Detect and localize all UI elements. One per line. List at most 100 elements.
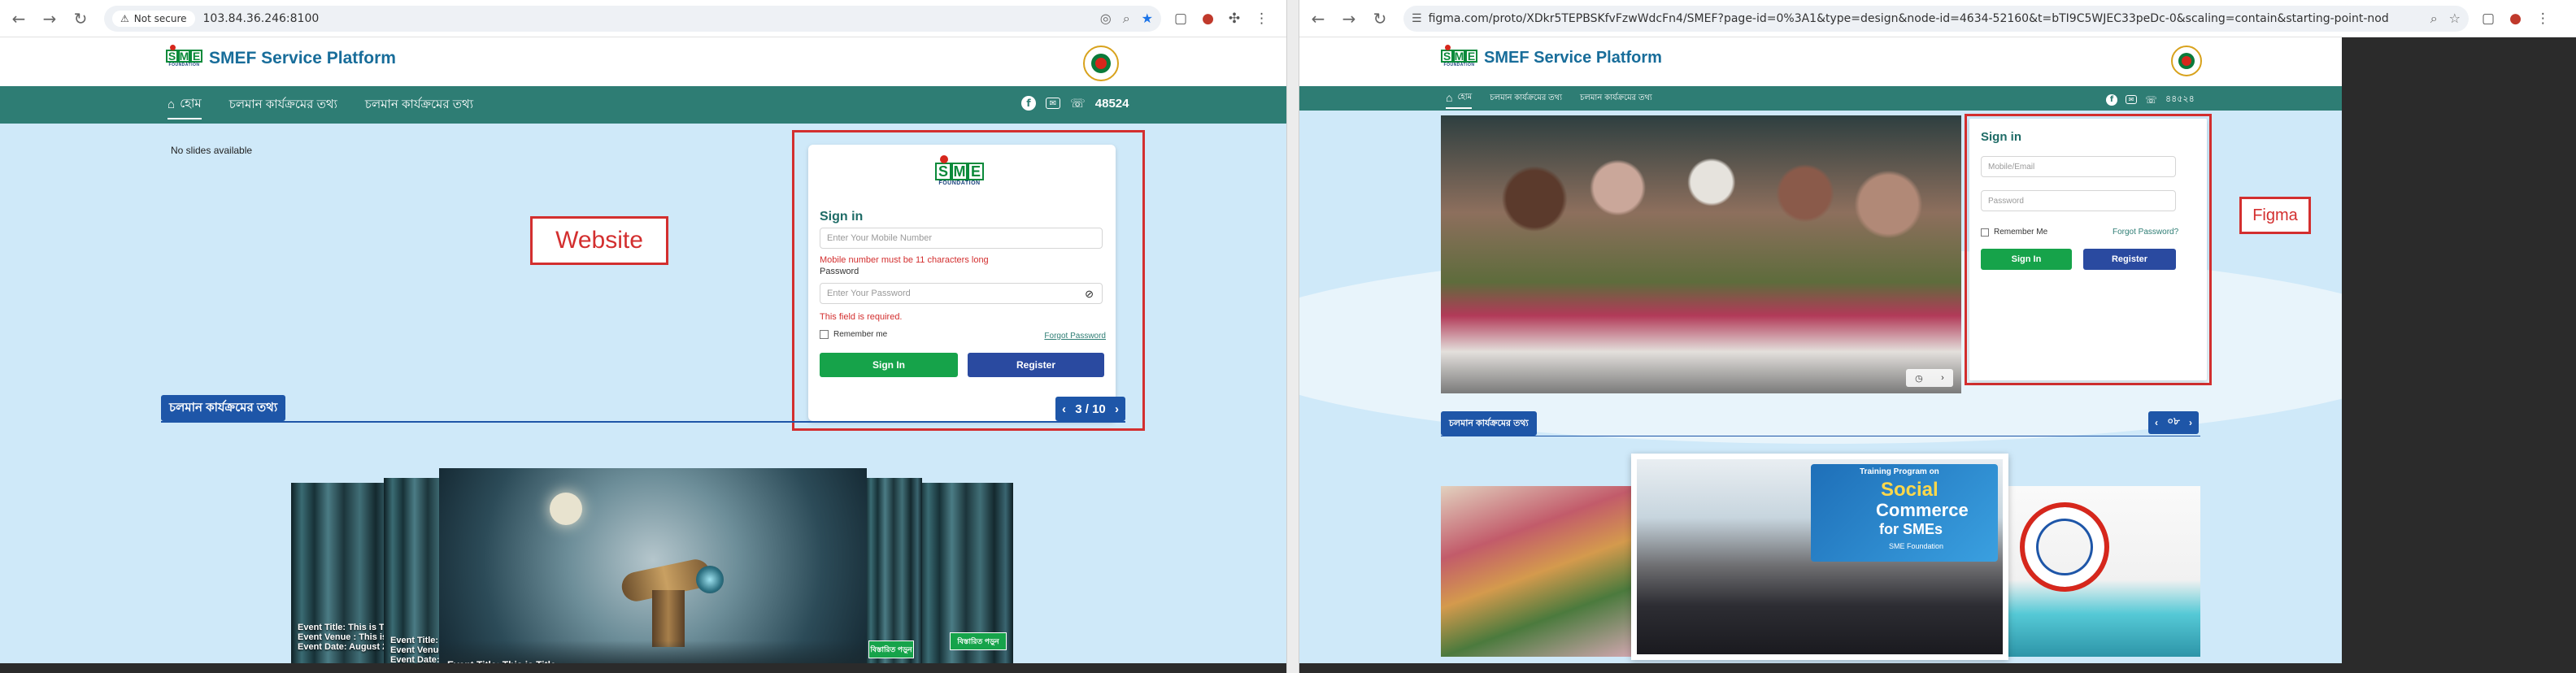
taskbar-strip [0,663,1286,673]
sme-logo: S M E FOUNDATION [166,45,202,67]
password-input[interactable]: Password [1981,190,2176,211]
slider-pager: ‹ ০৮ › [2148,411,2199,434]
site-settings-icon[interactable]: ☰ [1412,12,1422,25]
nav-item-ongoing-1[interactable]: চলমান কার্যক্রমের তথ্য [1490,92,1562,106]
address-bar[interactable]: ☰ figma.com/proto/XDkr5TEPBSKfvFzwWdcFn4… [1403,5,2469,32]
annotation-label-figma: Figma [2239,197,2311,234]
bookmark-star-icon[interactable]: ★ [1142,11,1153,27]
eye-off-icon[interactable]: ⊘ [1085,288,1094,301]
read-more-badge[interactable]: বিস্তারিত পড়ুন [868,640,914,658]
signin-title: Sign in [1981,130,2021,144]
menu-icon[interactable]: ⋮ [2536,11,2550,27]
mail-icon[interactable]: ✉ [2126,95,2137,104]
event-card-main[interactable]: Event Title: This is Title [439,468,867,673]
website-page: S M E FOUNDATION SMEF Service Platform ⌂… [0,37,1286,673]
promo-banner: Training Program on Social Commerce for … [1811,464,1998,562]
reload-icon[interactable]: ↻ [68,7,93,31]
remember-me[interactable]: Remember Me [1981,228,2047,237]
section-title: চলমান কার্যক্রমের তথ্য [161,395,286,421]
chevron-left-icon[interactable]: ‹ [2155,417,2158,428]
register-button[interactable]: Register [2083,249,2176,270]
brand-title: SMEF Service Platform [209,49,396,67]
event-card-back-right[interactable]: বিস্তারিত পড়ুন [919,483,1013,673]
back-icon[interactable]: ← [7,7,31,31]
signin-card: S M E FOUNDATION Sign in Enter Your Mobi… [808,145,1116,421]
menu-icon[interactable]: ⋮ [1255,11,1268,27]
chevron-right-icon[interactable]: › [1941,373,1944,383]
bookmark-star-icon[interactable]: ☆ [2449,11,2461,27]
mobile-email-input[interactable]: Mobile/Email [1981,156,2176,177]
register-button[interactable]: Register [968,353,1104,377]
site-logo[interactable]: S M E FOUNDATION SMEF Service Platform [166,45,396,68]
slider-pager: ‹ 3 / 10 › [1055,397,1125,421]
ferris-wheel-shape [2020,502,2109,592]
chevron-right-icon[interactable]: › [2189,417,2192,428]
signin-button[interactable]: Sign In [820,353,958,377]
back-icon[interactable]: ← [1306,7,1330,31]
nav-item-ongoing-2[interactable]: চলমান কার্যক্রমের তথ্য [1580,92,1652,106]
remember-checkbox[interactable] [1981,228,1989,237]
mobile-error: Mobile number must be 11 characters long [820,255,989,265]
puzzle-icon[interactable]: ✣ [1229,11,1240,27]
site-header: S M E FOUNDATION SMEF Service Platform [0,37,1286,86]
address-bar[interactable]: ⚠ Not secure 103.84.36.246:8100 ◎ ⌕ ★ [104,5,1161,32]
hotline-number: ৪৪৫২৪ [2165,94,2195,104]
site-logo[interactable]: S M E FOUNDATION SMEF Service Platform [1441,44,1662,67]
window-divider[interactable] [1286,0,1299,673]
forgot-password-link[interactable]: Forgot Password [1044,332,1106,341]
forward-icon[interactable]: → [37,7,62,31]
home-icon: ⌂ [1446,91,1453,104]
activity-photo-market[interactable] [1441,486,1644,657]
nav-item-ongoing-1[interactable]: চলমান কার্যক্রমের তথ্য [229,95,337,115]
remember-checkbox[interactable] [820,330,829,339]
mobile-input[interactable]: Enter Your Mobile Number [820,228,1103,249]
signin-card: Sign in Mobile/Email Password Remember M… [1969,119,2207,380]
browser-toolbar: ← → ↻ ☰ figma.com/proto/XDkr5TEPBSKfvFzw… [1299,0,2576,37]
forward-icon[interactable]: → [1337,7,1361,31]
mail-icon[interactable]: ✉ [1046,98,1060,109]
figma-browser-window: ← → ↻ ☰ figma.com/proto/XDkr5TEPBSKfvFzw… [1299,0,2576,673]
facebook-icon[interactable]: f [1021,96,1036,111]
password-input[interactable]: Enter Your Password ⊘ [820,283,1103,304]
chevron-left-icon[interactable]: ‹ [1062,402,1066,416]
sme-logo: S M E FOUNDATION [935,155,984,186]
annotation-label-website: Website [530,216,668,265]
extensions-icon[interactable]: ▢ [1174,11,1187,27]
reload-icon[interactable]: ↻ [1368,7,1392,31]
phone-icon: ☏ [1070,97,1086,111]
moon-shape [550,493,582,525]
govt-seal [1083,46,1119,81]
site-header: S M E FOUNDATION SMEF Service Platform [1299,37,2342,86]
profile-extension-icon[interactable]: ● [2509,11,2522,27]
zoom-icon[interactable]: ⌕ [1123,11,1130,27]
signin-title: Sign in [820,210,864,224]
figma-frame: S M E FOUNDATION SMEF Service Platform ⌂… [1299,37,2342,673]
read-more-badge[interactable]: বিস্তারিত পড়ুন [950,632,1007,650]
signin-button[interactable]: Sign In [1981,249,2072,270]
section-title: চলমান কার্যক্রমের তথ্য [1441,411,1537,436]
extensions-icon[interactable]: ▢ [2482,11,2495,27]
event-card-back-left[interactable]: Event Title: This is T Event Venue : Thi… [291,483,397,673]
no-slides-text: No slides available [171,145,253,156]
url-text: figma.com/proto/XDkr5TEPBSKfvFzwWdcFn4/S… [1428,11,2388,25]
zoom-icon[interactable]: ⌕ [2430,11,2438,27]
event-card-mid-right[interactable]: বিস্তারিত পড়ুন [865,478,922,673]
eye-off-icon[interactable]: ◎ [1100,11,1112,27]
slider-controls[interactable]: ◷ › [1906,369,1953,387]
pause-icon[interactable]: ◷ [1915,373,1923,384]
activity-card-main[interactable]: Training Program on Social Commerce for … [1631,454,2008,660]
forgot-password-link[interactable]: Forgot Password? [2113,228,2178,237]
phone-icon: ☏ [2145,93,2158,106]
browser-toolbar: ← → ↻ ⚠ Not secure 103.84.36.246:8100 ◎ ⌕… [0,0,1286,37]
remember-me[interactable]: Remember me [820,330,887,339]
activity-photo-fair[interactable] [2004,486,2200,657]
nav-item-home[interactable]: ⌂ হোম [1446,89,1473,109]
govt-seal [2171,46,2202,76]
nav-item-home[interactable]: ⌂ হোম [168,91,202,119]
nav-item-ongoing-2[interactable]: চলমান কার্যক্রমের তথ্য [365,95,473,115]
password-label: Password [820,267,859,276]
security-chip[interactable]: ⚠ Not secure [112,10,195,27]
profile-extension-icon[interactable]: ● [1202,11,1214,27]
facebook-icon[interactable]: f [2106,93,2117,106]
chevron-right-icon[interactable]: › [1115,402,1119,416]
